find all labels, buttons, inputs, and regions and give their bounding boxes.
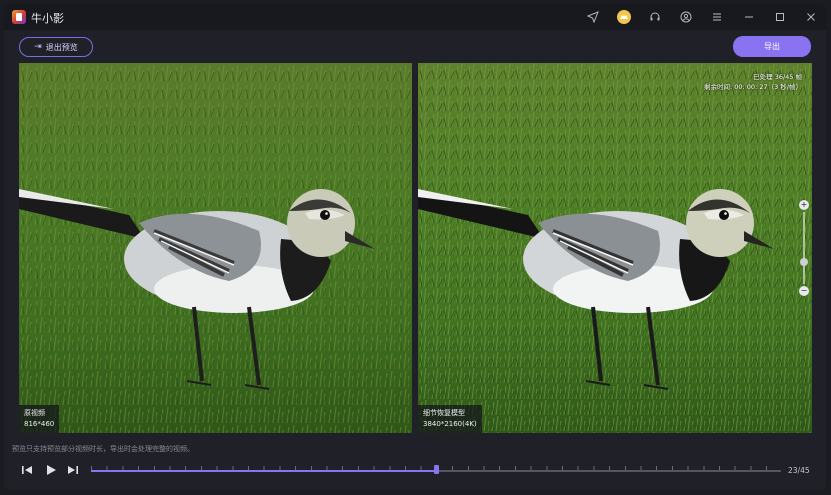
next-frame-icon: [68, 466, 78, 474]
zoom-slider-thumb[interactable]: [800, 258, 808, 267]
model-label: 细节恢复模型: [423, 409, 465, 417]
previous-frame-button[interactable]: [20, 463, 34, 477]
exit-preview-label: 退出预览: [45, 42, 78, 52]
exit-icon: ⇥: [34, 42, 42, 52]
zoom-control: + −: [797, 200, 811, 296]
frame-counter: 23/45: [788, 466, 810, 475]
original-video-pane[interactable]: 原视频 816*460: [19, 63, 412, 433]
processed-frames: 已处理 36/45 帧: [753, 73, 802, 81]
enhanced-video-pane[interactable]: 已处理 36/45 帧 剩余时间: 00: 00: 27（3 秒/帧） 细节恢复…: [418, 63, 812, 433]
play-icon: [47, 465, 56, 475]
original-video-label: 原视频: [24, 409, 45, 417]
headset-support-icon[interactable]: [647, 9, 663, 25]
enhanced-video-caption: 细节恢复模型 3840*2160(4K): [418, 405, 482, 433]
app-logo-icon: [12, 10, 26, 24]
playback-bar: 预览只支持预览部分视频时长，导出时会处理完整的视频。 23/45: [4, 440, 826, 490]
menu-icon[interactable]: [709, 9, 725, 25]
export-button[interactable]: 导出: [733, 36, 811, 57]
original-video-resolution: 816*460: [24, 420, 55, 428]
timeline[interactable]: [91, 465, 781, 474]
minimize-icon[interactable]: [741, 9, 757, 25]
next-frame-button[interactable]: [66, 463, 80, 477]
timeline-playhead[interactable]: [434, 465, 439, 474]
send-icon[interactable]: [585, 9, 601, 25]
vip-crown-icon[interactable]: [616, 9, 632, 25]
close-icon[interactable]: [803, 9, 819, 25]
timeline-progress: [91, 470, 436, 472]
zoom-slider-track[interactable]: [803, 212, 805, 284]
play-button[interactable]: [44, 463, 58, 477]
zoom-out-button[interactable]: −: [799, 286, 809, 296]
zoom-in-button[interactable]: +: [799, 200, 809, 210]
original-video-caption: 原视频 816*460: [19, 405, 60, 433]
app-window: 牛小影 ⇥ 退出预览 导出 原视频 816*460 已处理 36/45 帧 剩余…: [4, 4, 826, 490]
maximize-icon[interactable]: [772, 9, 788, 25]
enhanced-resolution: 3840*2160(4K): [423, 420, 477, 428]
app-title: 牛小影: [31, 12, 64, 25]
enhanced-video-frame: [418, 63, 812, 433]
user-account-icon[interactable]: [678, 9, 694, 25]
processing-info: 已处理 36/45 帧 剩余时间: 00: 00: 27（3 秒/帧）: [704, 72, 802, 92]
exit-preview-button[interactable]: ⇥ 退出预览: [19, 37, 93, 57]
original-video-frame: [19, 63, 412, 433]
previous-frame-icon: [22, 466, 32, 474]
remaining-time: 剩余时间: 00: 00: 27（3 秒/帧）: [704, 83, 802, 91]
preview-hint: 预览只支持预览部分视频时长，导出时会处理完整的视频。: [12, 445, 194, 453]
title-bar: 牛小影: [4, 4, 826, 30]
preview-toolbar: ⇥ 退出预览 导出: [4, 30, 826, 66]
